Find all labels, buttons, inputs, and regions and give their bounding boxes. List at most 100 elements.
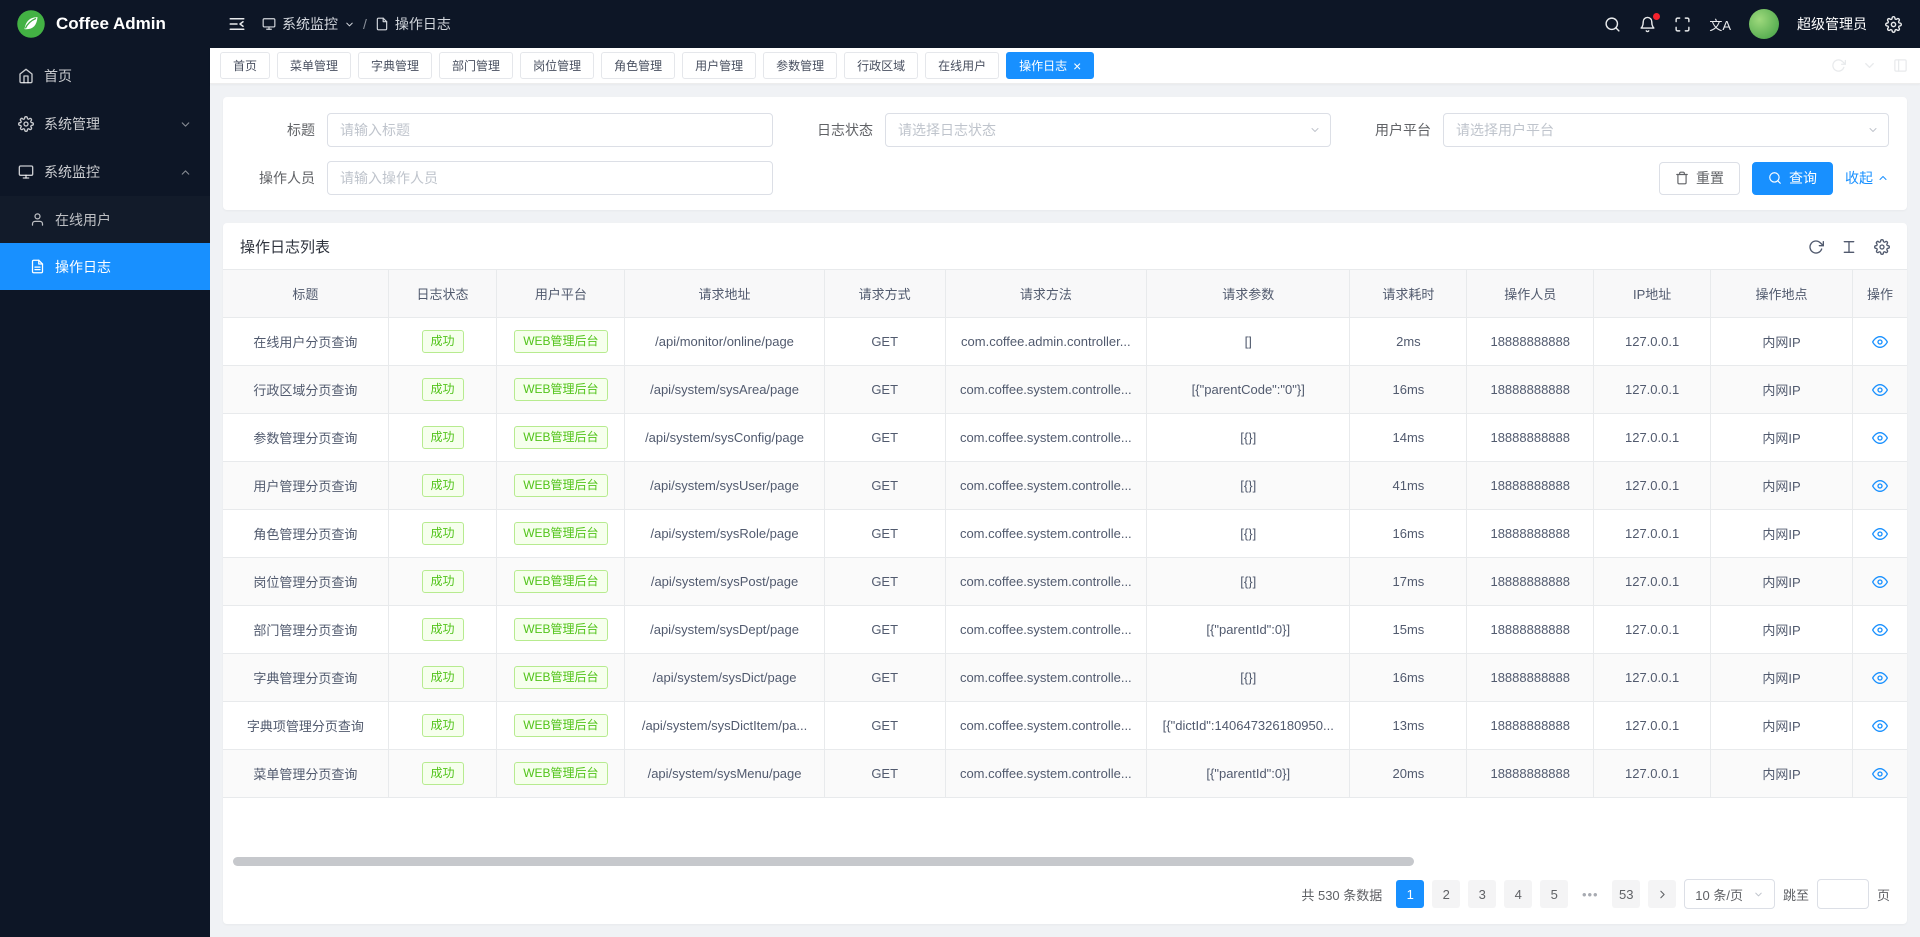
tab-close-icon[interactable]: ×	[1073, 59, 1081, 73]
sidebar-item-home[interactable]: 首页	[0, 52, 210, 100]
page-content: 标题 日志状态 请选择日志状态 用户平台 请选择用户平台	[210, 84, 1920, 937]
location-cell: 内网IP	[1711, 414, 1853, 462]
request-url-cell: /api/system/sysPost/page	[625, 558, 824, 606]
view-detail-eye-icon[interactable]	[1872, 670, 1888, 686]
main-area: 系统监控 / 操作日志 文A 超级管理员	[210, 0, 1920, 937]
log-table-card: 操作日志列表 标题日志状态用户平台请求地址请求方式请	[223, 223, 1907, 924]
horizontal-scrollbar	[233, 857, 1897, 867]
platform-badge: WEB管理后台	[514, 762, 607, 786]
breadcrumb-system-monitor[interactable]: 系统监控	[262, 14, 355, 34]
request-url-cell: /api/system/sysUser/page	[625, 462, 824, 510]
ip-cell: 127.0.0.1	[1594, 462, 1711, 510]
table-title: 操作日志列表	[240, 236, 330, 257]
column-settings-gear-icon[interactable]	[1874, 239, 1890, 255]
platform-badge: WEB管理后台	[514, 618, 607, 642]
jump-page-input[interactable]	[1817, 879, 1869, 909]
view-detail-eye-icon[interactable]	[1872, 622, 1888, 638]
title-cell: 字典管理分页查询	[223, 654, 388, 702]
jump-to-page-group: 跳至 页	[1783, 879, 1890, 909]
tab-item[interactable]: 角色管理	[601, 52, 675, 79]
jump-label: 跳至	[1783, 885, 1809, 904]
user-platform-select[interactable]: 请选择用户平台	[1443, 113, 1889, 147]
reset-button[interactable]: 重置	[1659, 162, 1740, 195]
view-detail-eye-icon[interactable]	[1872, 382, 1888, 398]
duration-cell: 17ms	[1350, 558, 1467, 606]
title-cell: 角色管理分页查询	[223, 510, 388, 558]
table-row: 参数管理分页查询成功WEB管理后台/api/system/sysConfig/p…	[223, 414, 1907, 462]
view-detail-eye-icon[interactable]	[1872, 430, 1888, 446]
sidebar-item-online-users[interactable]: 在线用户	[0, 196, 210, 243]
user-platform-field-label: 用户平台	[1357, 120, 1443, 140]
action-cell	[1853, 318, 1907, 366]
column-header: 请求方式	[824, 270, 945, 318]
tab-label: 首页	[233, 57, 257, 74]
chevron-down-icon	[344, 19, 355, 30]
chevron-down-icon[interactable]	[1862, 58, 1877, 73]
refresh-icon[interactable]	[1831, 58, 1846, 73]
page-button[interactable]: 1	[1396, 880, 1424, 908]
refresh-icon[interactable]	[1808, 239, 1824, 255]
request-method-cell: GET	[824, 702, 945, 750]
tab-active[interactable]: 操作日志×	[1006, 52, 1094, 79]
sidebar-item-system-monitor[interactable]: 系统监控	[0, 148, 210, 196]
action-cell	[1853, 750, 1907, 798]
status-cell: 成功	[388, 462, 497, 510]
status-badge: 成功	[422, 570, 464, 594]
scrollbar-thumb[interactable]	[233, 857, 1414, 866]
column-header: 操作地点	[1711, 270, 1853, 318]
table-body: 在线用户分页查询成功WEB管理后台/api/monitor/online/pag…	[223, 318, 1907, 798]
action-cell	[1853, 558, 1907, 606]
next-page-button[interactable]	[1648, 880, 1676, 908]
notification-bell-icon[interactable]	[1639, 16, 1656, 33]
request-params-cell: [{}]	[1147, 510, 1350, 558]
tab-item[interactable]: 岗位管理	[520, 52, 594, 79]
avatar[interactable]	[1749, 9, 1779, 39]
request-handler-cell: com.coffee.system.controlle...	[945, 654, 1146, 702]
search-button[interactable]: 查询	[1752, 162, 1833, 195]
total-count-text: 共 530 条数据	[1301, 885, 1382, 904]
sidebar-item-operation-log[interactable]: 操作日志	[0, 243, 210, 290]
chevron-down-icon	[1867, 124, 1879, 136]
title-cell: 菜单管理分页查询	[223, 750, 388, 798]
page-button[interactable]: 2	[1432, 880, 1460, 908]
log-status-select[interactable]: 请选择日志状态	[885, 113, 1331, 147]
page-size-select[interactable]: 10 条/页	[1684, 879, 1775, 909]
tab-item[interactable]: 首页	[220, 52, 270, 79]
tab-label: 字典管理	[371, 57, 419, 74]
table-row: 字典项管理分页查询成功WEB管理后台/api/system/sysDictIte…	[223, 702, 1907, 750]
tab-item[interactable]: 菜单管理	[277, 52, 351, 79]
sidebar-item-system-management[interactable]: 系统管理	[0, 100, 210, 148]
translate-icon[interactable]: 文A	[1709, 15, 1731, 34]
tab-item[interactable]: 字典管理	[358, 52, 432, 79]
fullscreen-icon[interactable]	[1674, 16, 1691, 33]
menu-fold-icon[interactable]	[228, 15, 246, 33]
view-detail-eye-icon[interactable]	[1872, 766, 1888, 782]
platform-cell: WEB管理后台	[497, 654, 625, 702]
tab-item[interactable]: 在线用户	[925, 52, 999, 79]
tab-item[interactable]: 用户管理	[682, 52, 756, 79]
tab-item[interactable]: 参数管理	[763, 52, 837, 79]
tab-label: 岗位管理	[533, 57, 581, 74]
page-button[interactable]: 5	[1540, 880, 1568, 908]
panel-layout-icon[interactable]	[1893, 58, 1908, 73]
location-cell: 内网IP	[1711, 558, 1853, 606]
view-detail-eye-icon[interactable]	[1872, 478, 1888, 494]
collapse-filter-link[interactable]: 收起	[1845, 168, 1889, 188]
page-button[interactable]: 53	[1612, 880, 1640, 908]
operator-input[interactable]	[327, 161, 773, 195]
view-detail-eye-icon[interactable]	[1872, 526, 1888, 542]
column-header: 请求方法	[945, 270, 1146, 318]
page-button[interactable]: 4	[1504, 880, 1532, 908]
search-icon[interactable]	[1604, 16, 1621, 33]
settings-gear-icon[interactable]	[1885, 16, 1902, 33]
title-input[interactable]	[327, 113, 773, 147]
request-handler-cell: com.coffee.system.controlle...	[945, 750, 1146, 798]
view-detail-eye-icon[interactable]	[1872, 334, 1888, 350]
page-button[interactable]: 3	[1468, 880, 1496, 908]
row-density-icon[interactable]	[1841, 239, 1857, 255]
tab-item[interactable]: 行政区域	[844, 52, 918, 79]
tab-item[interactable]: 部门管理	[439, 52, 513, 79]
view-detail-eye-icon[interactable]	[1872, 718, 1888, 734]
view-detail-eye-icon[interactable]	[1872, 574, 1888, 590]
sidebar-item-label: 首页	[44, 66, 72, 86]
